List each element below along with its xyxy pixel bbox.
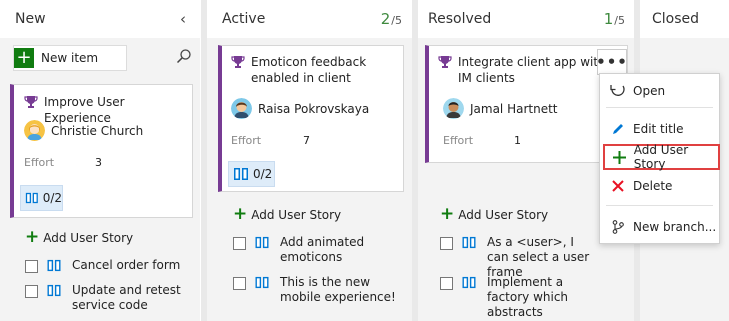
trophy-icon	[231, 56, 245, 68]
column-title: Closed	[652, 11, 700, 27]
trophy-icon	[24, 96, 38, 108]
task-item[interactable]: As a <user>, I can select a user frame	[440, 235, 600, 280]
menu-item-delete[interactable]: Delete	[600, 173, 721, 199]
checkbox[interactable]	[440, 277, 453, 290]
task-item[interactable]: This is the new mobile experience!	[233, 275, 408, 305]
plus-icon: +	[233, 204, 248, 224]
book-icon	[255, 236, 269, 249]
card-title: Emoticon feedback enabled in client	[231, 54, 401, 86]
pencil-icon	[608, 122, 628, 136]
task-item[interactable]: Add animated emoticons	[233, 235, 408, 265]
child-progress-badge[interactable]: 0/2	[20, 185, 63, 211]
book-icon	[462, 236, 476, 249]
assignee[interactable]: Jamal Hartnett	[443, 98, 558, 119]
menu-item-new-branch[interactable]: New branch...	[600, 214, 721, 240]
add-user-story-link[interactable]: + Add User Story	[440, 206, 548, 223]
task-item[interactable]: Cancel order form	[25, 258, 195, 273]
book-icon	[47, 284, 61, 297]
add-user-story-link[interactable]: + Add User Story	[25, 229, 133, 246]
book-icon	[25, 192, 38, 204]
assignee[interactable]: Christie Church	[24, 120, 143, 141]
column-header-active: Active 2/5	[222, 0, 402, 38]
new-item-button[interactable]: + New item	[13, 45, 127, 71]
plus-icon: +	[25, 227, 40, 247]
add-user-story-link[interactable]: + Add User Story	[233, 206, 341, 223]
trophy-icon	[438, 56, 452, 68]
column-title: Active	[222, 11, 266, 27]
wip-count: 1/5	[603, 10, 625, 28]
book-icon	[234, 168, 248, 180]
context-menu: Open Edit title Add User Story Delete Ne…	[599, 73, 720, 244]
column-header-closed: Closed	[652, 0, 722, 38]
effort-label: Effort	[443, 134, 474, 147]
column-title: Resolved	[428, 11, 492, 27]
checkbox[interactable]	[233, 237, 246, 250]
new-item-label: New item	[41, 51, 99, 65]
effort-value: 1	[514, 134, 521, 147]
checkbox[interactable]	[233, 277, 246, 290]
assignee[interactable]: Raisa Pokrovskaya	[231, 98, 369, 119]
effort-value: 3	[95, 156, 102, 169]
book-icon	[255, 276, 269, 289]
work-item-card[interactable]: Emoticon feedback enabled in client Rais…	[218, 45, 404, 192]
task-item[interactable]: Update and retest service code	[25, 283, 195, 313]
effort-label: Effort	[231, 134, 262, 147]
menu-divider	[606, 107, 713, 108]
effort-value: 7	[303, 134, 310, 147]
plus-icon: +	[14, 48, 34, 68]
avatar	[231, 98, 252, 119]
book-icon	[47, 259, 61, 272]
plus-icon	[610, 150, 629, 164]
checkbox[interactable]	[440, 237, 453, 250]
card-title: Integrate client app with IM clients	[438, 54, 608, 86]
search-icon[interactable]	[176, 48, 192, 67]
menu-item-add-user-story[interactable]: Add User Story	[603, 143, 720, 171]
menu-item-open[interactable]: Open	[600, 78, 721, 104]
checkbox[interactable]	[25, 260, 38, 273]
column-header-resolved: Resolved 1/5	[428, 0, 625, 38]
more-actions-button[interactable]: •••	[596, 49, 627, 75]
column-title: New	[15, 11, 46, 27]
avatar	[24, 120, 45, 141]
column-header-new: New	[15, 0, 195, 38]
work-item-card[interactable]: Improve User Experience Christie Church …	[10, 84, 193, 218]
menu-item-edit-title[interactable]: Edit title	[600, 116, 721, 142]
plus-icon: +	[440, 204, 455, 224]
wip-count: 2/5	[380, 10, 402, 28]
branch-icon	[608, 220, 628, 234]
checkbox[interactable]	[25, 285, 38, 298]
task-item[interactable]: Implement a factory which abstracts	[440, 275, 600, 320]
avatar	[443, 98, 464, 119]
book-icon	[462, 276, 476, 289]
close-icon	[608, 180, 628, 192]
open-arrow-icon	[608, 84, 628, 98]
child-progress-badge[interactable]: 0/2	[228, 161, 275, 187]
effort-label: Effort	[24, 156, 55, 169]
menu-divider	[606, 205, 713, 206]
